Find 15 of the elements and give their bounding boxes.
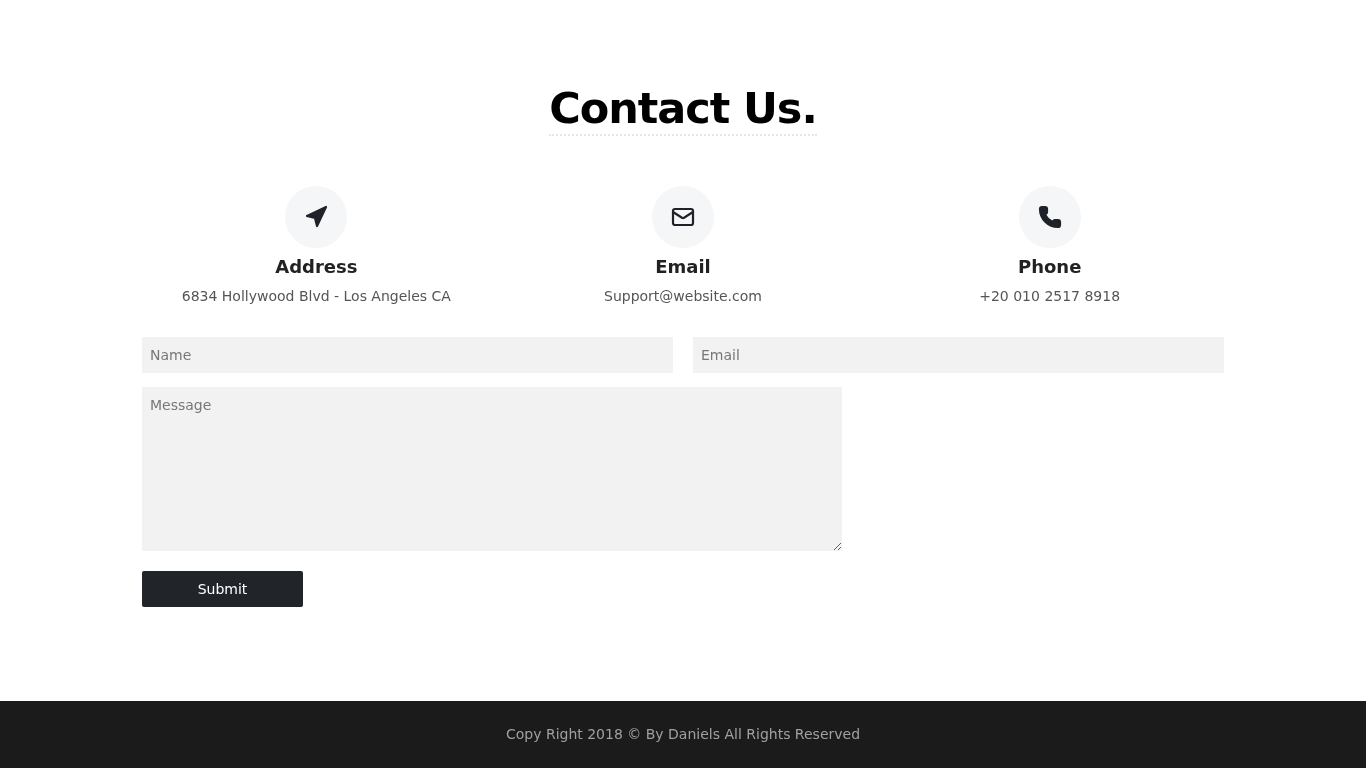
info-text: +20 010 2517 8918 xyxy=(979,287,1121,306)
info-text: 6834 Hollywood Blvd - Los Angeles CA xyxy=(181,287,451,306)
copyright-text: Copy Right 2018 © By Daniels All Rights Reserved xyxy=(505,725,861,744)
email-field[interactable]: Email xyxy=(693,337,1224,373)
page-heading: Contact Us. xyxy=(549,82,817,136)
envelope-icon xyxy=(671,205,695,229)
message-field[interactable]: Message xyxy=(142,387,842,551)
info-title: Email xyxy=(655,255,711,279)
info-text: Support@website.com xyxy=(604,287,762,306)
name-field[interactable]: Name xyxy=(142,337,673,373)
phone-icon xyxy=(1037,205,1062,229)
navigation-arrow-icon xyxy=(304,205,329,229)
info-title: Address xyxy=(275,255,358,279)
submit-button[interactable]: Submit xyxy=(142,571,303,607)
info-title: Phone xyxy=(1017,255,1082,279)
